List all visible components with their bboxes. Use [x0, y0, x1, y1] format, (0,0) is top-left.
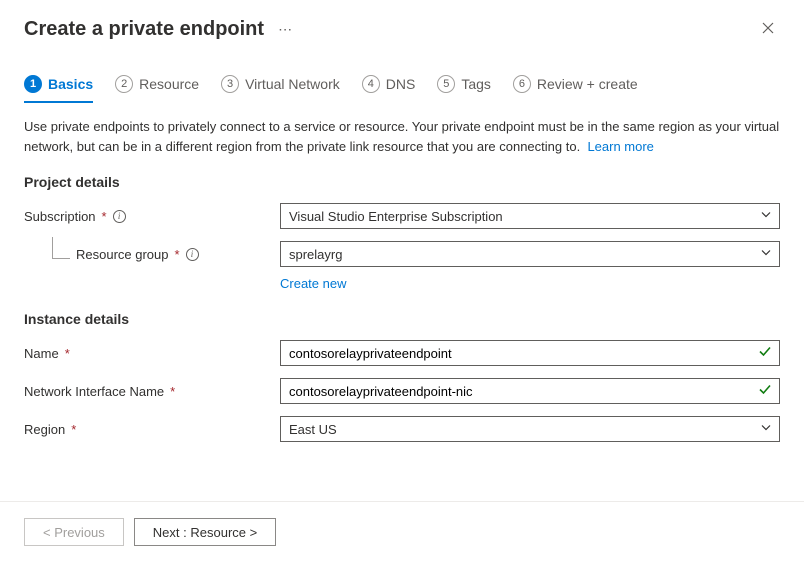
- tab-label: Review + create: [537, 76, 638, 92]
- region-row: Region * East US: [24, 413, 780, 445]
- project-details-heading: Project details: [24, 174, 780, 190]
- required-asterisk: *: [170, 384, 175, 399]
- more-options-icon[interactable]: ⋯: [278, 21, 293, 38]
- nic-label: Network Interface Name *: [24, 384, 280, 399]
- tab-label: Virtual Network: [245, 76, 340, 92]
- required-asterisk: *: [175, 247, 180, 262]
- tab-step-badge: 4: [362, 75, 380, 93]
- resource-group-row: Resource group * i sprelayrg: [24, 238, 780, 270]
- region-select[interactable]: East US: [280, 416, 780, 442]
- tree-line: [52, 237, 70, 259]
- subscription-label: Subscription * i: [24, 209, 280, 224]
- next-button[interactable]: Next : Resource >: [134, 518, 276, 546]
- wizard-footer: < Previous Next : Resource >: [0, 501, 804, 562]
- dialog-header: Create a private endpoint ⋯: [0, 0, 804, 51]
- name-label: Name *: [24, 346, 280, 361]
- nic-row: Network Interface Name *: [24, 375, 780, 407]
- tab-resource[interactable]: 2 Resource: [115, 75, 199, 103]
- tab-step-badge: 3: [221, 75, 239, 93]
- tab-step-badge: 1: [24, 75, 42, 93]
- subscription-select[interactable]: Visual Studio Enterprise Subscription: [280, 203, 780, 229]
- page-title: Create a private endpoint: [24, 18, 264, 41]
- subscription-row: Subscription * i Visual Studio Enterpris…: [24, 200, 780, 232]
- tab-step-badge: 6: [513, 75, 531, 93]
- instance-details-heading: Instance details: [24, 311, 780, 327]
- required-asterisk: *: [71, 422, 76, 437]
- region-label: Region *: [24, 422, 280, 437]
- resource-group-label: Resource group * i: [24, 247, 280, 262]
- required-asterisk: *: [102, 209, 107, 224]
- create-new-link[interactable]: Create new: [24, 276, 780, 291]
- resource-group-select[interactable]: sprelayrg: [280, 241, 780, 267]
- name-row: Name *: [24, 337, 780, 369]
- close-icon[interactable]: [760, 20, 780, 40]
- learn-more-link[interactable]: Learn more: [587, 139, 653, 154]
- tab-label: Tags: [461, 76, 491, 92]
- intro-text: Use private endpoints to privately conne…: [24, 117, 780, 156]
- tab-review-create[interactable]: 6 Review + create: [513, 75, 638, 103]
- tab-basics[interactable]: 1 Basics: [24, 75, 93, 103]
- tab-step-badge: 5: [437, 75, 455, 93]
- tab-label: Basics: [48, 76, 93, 92]
- tab-step-badge: 2: [115, 75, 133, 93]
- tab-tags[interactable]: 5 Tags: [437, 75, 491, 103]
- tab-content: Use private endpoints to privately conne…: [0, 103, 804, 445]
- required-asterisk: *: [65, 346, 70, 361]
- tab-dns[interactable]: 4 DNS: [362, 75, 416, 103]
- nic-input[interactable]: [280, 378, 780, 404]
- previous-button: < Previous: [24, 518, 124, 546]
- tab-label: Resource: [139, 76, 199, 92]
- name-input[interactable]: [280, 340, 780, 366]
- tab-virtual-network[interactable]: 3 Virtual Network: [221, 75, 340, 103]
- info-icon[interactable]: i: [113, 210, 126, 223]
- wizard-tabs: 1 Basics 2 Resource 3 Virtual Network 4 …: [0, 51, 804, 103]
- tab-label: DNS: [386, 76, 416, 92]
- info-icon[interactable]: i: [186, 248, 199, 261]
